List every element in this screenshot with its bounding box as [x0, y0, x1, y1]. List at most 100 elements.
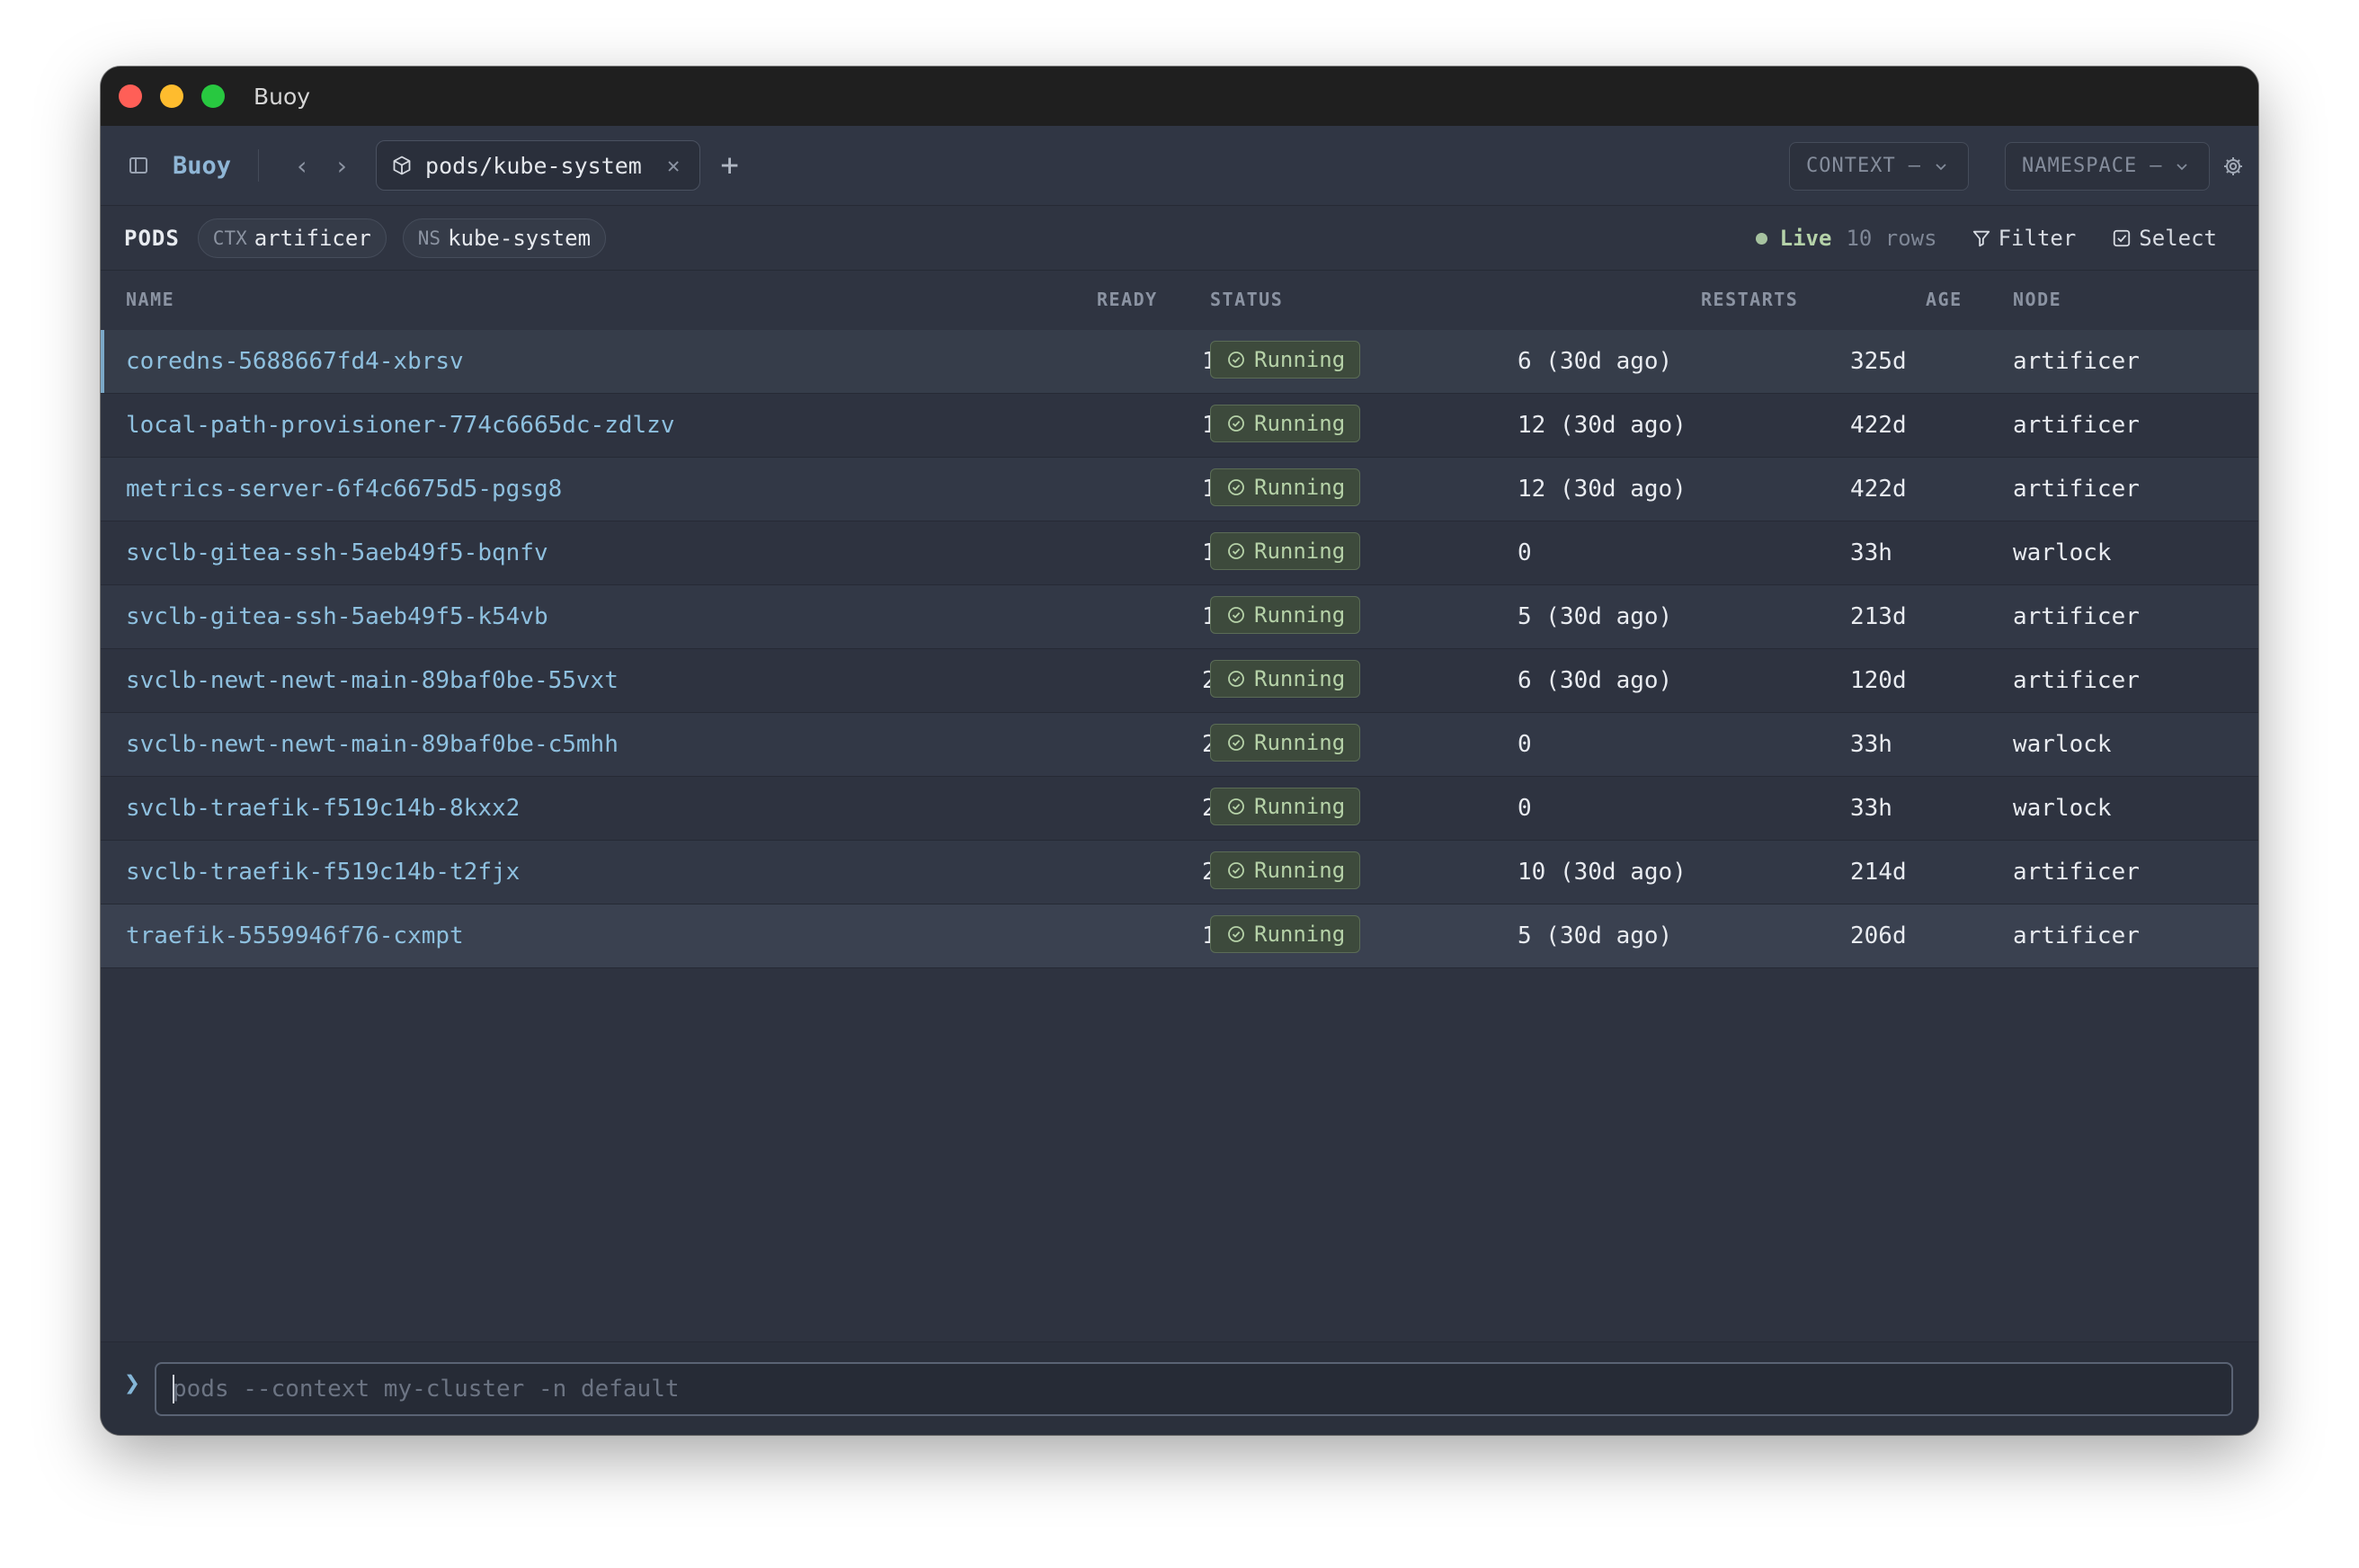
toolbar-right: CONTEXT — NAMESPACE —: [1789, 126, 2244, 206]
table-row[interactable]: svclb-traefik-f519c14b-t2fjx2/2Running10…: [101, 841, 2258, 904]
tab-pods-kube-system[interactable]: pods/kube-system ✕: [376, 140, 701, 191]
status-badge: Running: [1210, 596, 1361, 634]
pod-name[interactable]: svclb-gitea-ssh-5aeb49f5-k54vb: [126, 585, 548, 648]
forward-button[interactable]: ›: [322, 151, 361, 181]
pod-name[interactable]: svclb-newt-newt-main-89baf0be-55vxt: [126, 649, 619, 712]
app-window: Buoy Buoy ‹ › pods/kube-system ✕ + CONTE…: [101, 67, 2258, 1435]
chevron-down-icon: [2175, 159, 2189, 174]
pod-restarts: 0: [1518, 539, 1532, 566]
pod-status: Running: [1210, 596, 1361, 636]
select-label: Select: [2139, 226, 2217, 251]
pod-node: warlock: [2013, 795, 2112, 822]
pod-status: Running: [1210, 341, 1361, 380]
status-badge: Running: [1210, 788, 1361, 825]
status-badge-label: Running: [1254, 922, 1346, 947]
context-selector-value: —: [1908, 155, 1921, 177]
pod-name[interactable]: svclb-traefik-f519c14b-8kxx2: [126, 777, 520, 840]
column-header-node[interactable]: NODE: [2013, 289, 2061, 310]
status-badge: Running: [1210, 660, 1361, 698]
pod-name[interactable]: coredns-5688667fd4-xbrsv: [126, 330, 464, 393]
check-circle-icon: [1228, 352, 1244, 368]
status-badge-label: Running: [1254, 602, 1346, 628]
table-row[interactable]: local-path-provisioner-774c6665dc-zdlzv 1…: [101, 394, 2258, 458]
check-circle-icon: [1228, 607, 1244, 623]
check-circle-icon: [1228, 415, 1244, 432]
pod-age: 206d: [1850, 922, 1907, 949]
sidebar-toggle-icon[interactable]: [128, 155, 149, 176]
pod-node: artificer: [2013, 667, 2140, 694]
pod-name[interactable]: svclb-gitea-ssh-5aeb49f5-bqnfv: [126, 521, 548, 584]
namespace-chip[interactable]: NS kube-system: [402, 218, 607, 258]
back-button[interactable]: ‹: [282, 151, 322, 181]
table-row[interactable]: svclb-gitea-ssh-5aeb49f5-bqnfv1/1Running…: [101, 521, 2258, 585]
table-row[interactable]: svclb-traefik-f519c14b-8kxx22/2Running03…: [101, 777, 2258, 841]
text-caret: [173, 1375, 174, 1403]
pod-name[interactable]: traefik-5559946f76-cxmpt: [126, 904, 464, 967]
column-header-status[interactable]: STATUS: [1210, 289, 1283, 310]
namespace-selector[interactable]: NAMESPACE —: [2005, 141, 2210, 191]
minimize-window-button[interactable]: [160, 85, 183, 108]
pod-name[interactable]: svclb-newt-newt-main-89baf0be-c5mhh: [126, 713, 619, 776]
status-badge-label: Running: [1254, 475, 1346, 500]
zoom-window-button[interactable]: [201, 85, 225, 108]
pod-restarts: 10 (30d ago): [1518, 859, 1687, 886]
chevron-down-icon: [1934, 159, 1948, 174]
status-badge-label: Running: [1254, 666, 1346, 691]
pod-restarts: 5 (30d ago): [1518, 922, 1673, 949]
select-button[interactable]: Select: [2112, 226, 2217, 251]
pod-status: Running: [1210, 405, 1361, 444]
pod-age: 120d: [1850, 667, 1907, 694]
pod-status: Running: [1210, 915, 1361, 955]
table-row[interactable]: svclb-gitea-ssh-5aeb49f5-k54vb1/1Running…: [101, 585, 2258, 649]
new-tab-button[interactable]: +: [720, 147, 738, 183]
pod-node: warlock: [2013, 731, 2112, 758]
pod-name[interactable]: svclb-traefik-f519c14b-t2fjx: [126, 841, 520, 904]
table-empty-area: [101, 968, 2258, 1341]
status-badge: Running: [1210, 532, 1361, 570]
pod-node: artificer: [2013, 348, 2140, 375]
status-badge: Running: [1210, 851, 1361, 889]
close-tab-icon[interactable]: ✕: [667, 153, 680, 178]
check-circle-icon: [1228, 735, 1244, 751]
status-badge: Running: [1210, 468, 1361, 506]
column-header-name[interactable]: NAME: [126, 289, 174, 310]
column-header-ready[interactable]: READY: [1097, 289, 1158, 310]
filter-button[interactable]: Filter: [1972, 226, 2077, 251]
filter-label: Filter: [1998, 226, 2077, 251]
table-row[interactable]: svclb-newt-newt-main-89baf0be-c5mhh2/2Ru…: [101, 713, 2258, 777]
close-window-button[interactable]: [119, 85, 142, 108]
pod-name[interactable]: local-path-provisioner-774c6665dc-zdlzv: [126, 394, 674, 457]
table-row[interactable]: metrics-server-6f4c6675d5-pgsg81/1Runnin…: [101, 458, 2258, 521]
table-row[interactable]: svclb-newt-newt-main-89baf0be-55vxt2/2Ru…: [101, 649, 2258, 713]
pod-node: warlock: [2013, 539, 2112, 566]
checkbox-icon: [2114, 229, 2131, 247]
pod-age: 213d: [1850, 603, 1907, 630]
pods-table-body: coredns-5688667fd4-xbrsv1/1Running6 (30d…: [101, 330, 2258, 968]
column-header-restarts[interactable]: RESTARTS: [1701, 289, 1798, 310]
pod-node: artificer: [2013, 859, 2140, 886]
pod-age: 33h: [1850, 795, 1892, 822]
tab-label: pods/kube-system: [425, 152, 642, 179]
pod-restarts: 6 (30d ago): [1518, 348, 1673, 375]
resource-bar-actions: Live 10 rows Filter Select: [1755, 206, 2217, 271]
check-circle-icon: [1228, 926, 1244, 942]
live-indicator-dot: [1755, 232, 1767, 245]
column-header-age[interactable]: AGE: [1926, 289, 1963, 310]
pod-name[interactable]: metrics-server-6f4c6675d5-pgsg8: [126, 458, 562, 521]
table-row[interactable]: traefik-5559946f76-cxmpt1/1Running5 (30d…: [101, 904, 2258, 968]
context-chip[interactable]: CTX artificer: [197, 218, 387, 258]
pod-status: Running: [1210, 851, 1361, 891]
check-circle-icon: [1228, 798, 1244, 815]
status-badge-label: Running: [1254, 539, 1346, 564]
status-badge-label: Running: [1254, 347, 1346, 372]
pod-restarts: 0: [1518, 731, 1532, 758]
check-circle-icon: [1228, 543, 1244, 559]
context-chip-value: artificer: [254, 225, 371, 251]
check-circle-icon: [1228, 671, 1244, 687]
command-input[interactable]: [155, 1362, 2233, 1416]
gear-icon[interactable]: [2222, 156, 2244, 177]
title-bar: Buoy: [101, 67, 2258, 126]
toolbar: Buoy ‹ › pods/kube-system ✕ + CONTEXT —: [101, 126, 2258, 206]
table-row[interactable]: coredns-5688667fd4-xbrsv1/1Running6 (30d…: [101, 330, 2258, 394]
context-selector[interactable]: CONTEXT —: [1789, 141, 1969, 191]
